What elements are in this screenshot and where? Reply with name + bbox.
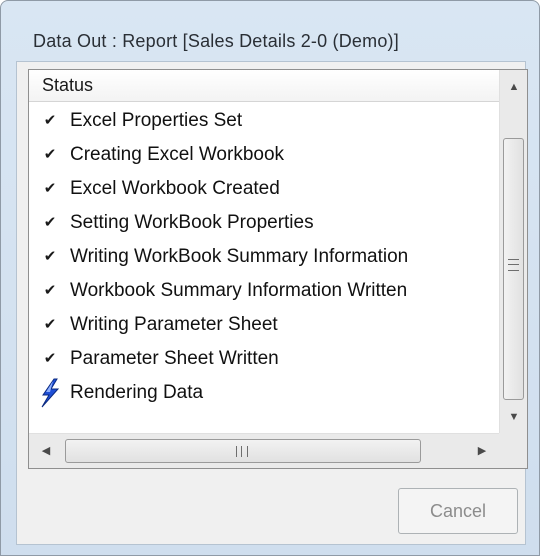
list-item[interactable]: ✔ Excel Workbook Created [29, 172, 499, 206]
status-rows: ✔ Excel Properties Set ✔ Creating Excel … [29, 104, 499, 410]
list-item-label: Writing Parameter Sheet [70, 314, 278, 335]
list-item-label: Rendering Data [70, 382, 204, 403]
vertical-scrollbar[interactable]: ▲ ▼ [499, 70, 527, 433]
checkmark-icon: ✔ [43, 248, 57, 265]
list-item[interactable]: ✔ Writing WorkBook Summary Information [29, 240, 499, 274]
column-header-status[interactable]: Status [29, 70, 499, 101]
scrollbar-corner [499, 433, 527, 468]
checkmark-icon: ✔ [43, 214, 57, 231]
window-title: Data Out : Report [Sales Details 2-0 (De… [33, 31, 399, 51]
scroll-left-icon[interactable]: ◀ [31, 434, 61, 468]
scroll-down-icon[interactable]: ▼ [500, 402, 527, 432]
list-item-label: Setting WorkBook Properties [70, 212, 314, 233]
checkmark-icon: ✔ [43, 282, 57, 299]
list-item-label: Parameter Sheet Written [70, 348, 279, 369]
checkmark-icon: ✔ [43, 350, 57, 367]
list-item[interactable]: ✔ Parameter Sheet Written [29, 342, 499, 376]
grip-icon [508, 259, 519, 271]
checkmark-icon: ✔ [43, 180, 57, 197]
scroll-right-icon[interactable]: ▶ [467, 434, 497, 468]
vertical-scroll-thumb[interactable] [503, 138, 524, 400]
checkmark-icon: ✔ [43, 112, 57, 129]
grip-icon [236, 446, 248, 457]
lightning-bolt-icon [39, 376, 61, 410]
list-item[interactable]: ✔ Workbook Summary Information Written [29, 274, 499, 308]
list-item-label: Creating Excel Workbook [70, 144, 285, 165]
list-item[interactable]: ✔ Creating Excel Workbook [29, 138, 499, 172]
scroll-up-icon[interactable]: ▲ [500, 72, 527, 102]
list-item-label: Writing WorkBook Summary Information [70, 246, 409, 267]
list-item[interactable]: Rendering Data [29, 376, 499, 410]
dialog-window: Data Out : Report [Sales Details 2-0 (De… [0, 0, 540, 556]
horizontal-scroll-thumb[interactable] [65, 439, 421, 463]
list-item[interactable]: ✔ Excel Properties Set [29, 104, 499, 138]
status-list[interactable]: Status ✔ Excel Properties Set ✔ Creating… [28, 69, 528, 469]
list-header: Status [29, 70, 499, 102]
checkmark-icon: ✔ [43, 316, 57, 333]
list-item[interactable]: ✔ Writing Parameter Sheet [29, 308, 499, 342]
list-item-label: Workbook Summary Information Written [70, 280, 408, 301]
list-item-label: Excel Properties Set [70, 110, 243, 131]
list-item[interactable]: ✔ Setting WorkBook Properties [29, 206, 499, 240]
horizontal-scrollbar[interactable]: ◀ ▶ [29, 433, 499, 468]
cancel-button[interactable]: Cancel [398, 488, 518, 534]
checkmark-icon: ✔ [43, 146, 57, 163]
list-item-label: Excel Workbook Created [70, 178, 280, 199]
